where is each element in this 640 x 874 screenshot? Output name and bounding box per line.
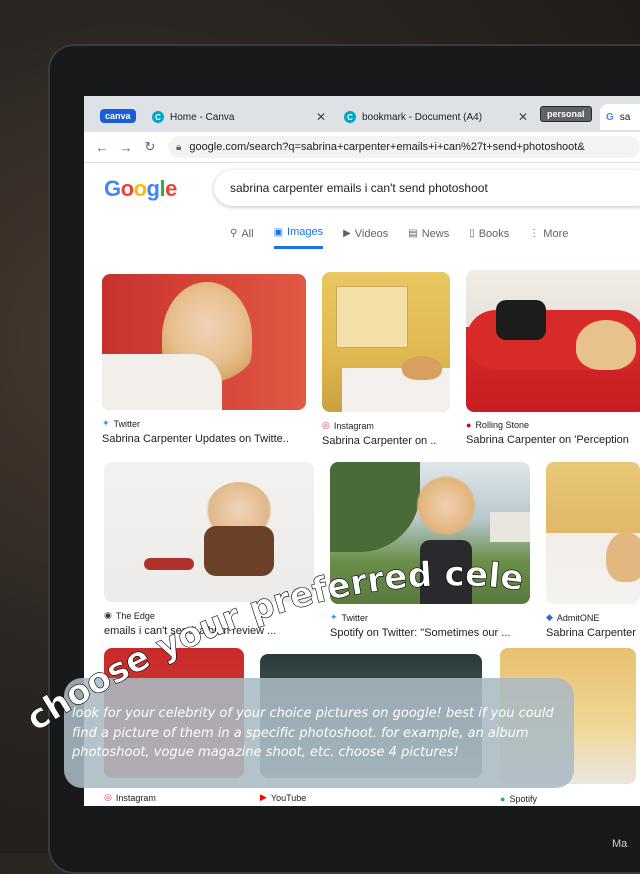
device-label: Ma xyxy=(612,838,628,850)
caption-text: look for your celebrity of your choice p… xyxy=(72,706,554,760)
heading-text: choose your preferred celebrity xyxy=(0,0,526,739)
